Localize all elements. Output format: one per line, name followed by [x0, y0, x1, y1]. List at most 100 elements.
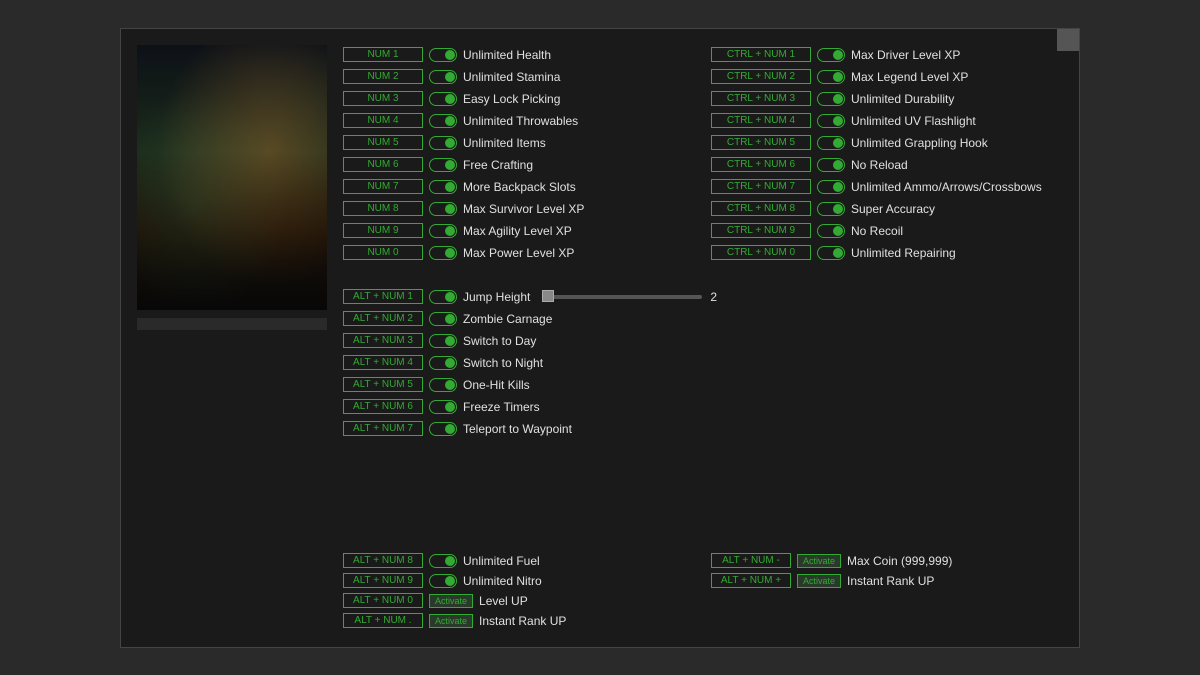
cheat-label: Switch to Night — [463, 356, 543, 370]
toggle-switch[interactable] — [817, 70, 845, 84]
toggle-switch[interactable] — [429, 114, 457, 128]
cheat-label: Max Power Level XP — [463, 246, 574, 260]
key-badge: ALT + NUM 8 — [343, 553, 423, 568]
key-badge: CTRL + NUM 5 — [711, 135, 811, 150]
cheat-label: Unlimited Nitro — [463, 574, 542, 588]
table-row: ALT + NUM 4 Switch to Night — [343, 353, 1063, 373]
toggle-switch[interactable] — [817, 114, 845, 128]
activate-button[interactable]: Activate — [429, 594, 473, 608]
trainer-label — [137, 318, 327, 330]
toggle-switch[interactable] — [429, 334, 457, 348]
table-row: ALT + NUM 7 Teleport to Waypoint — [343, 419, 1063, 439]
table-row: ALT + NUM 5 One-Hit Kills — [343, 375, 1063, 395]
toggle-switch[interactable] — [429, 48, 457, 62]
table-row: ALT + NUM 6 Freeze Timers — [343, 397, 1063, 417]
key-badge: NUM 2 — [343, 69, 423, 84]
toggle-switch[interactable] — [817, 136, 845, 150]
cheat-label: More Backpack Slots — [463, 180, 576, 194]
game-cover — [137, 45, 327, 310]
right-panel: NUM 1 Unlimited Health NUM 2 Unlimited S… — [343, 45, 1063, 631]
toggle-switch[interactable] — [429, 554, 457, 568]
toggle-switch[interactable] — [817, 48, 845, 62]
toggle-switch[interactable] — [429, 70, 457, 84]
table-row: CTRL + NUM 9 No Recoil — [711, 221, 1063, 241]
cheat-label: Jump Height — [463, 290, 530, 304]
cheat-label: Switch to Day — [463, 334, 536, 348]
table-row: NUM 0 Max Power Level XP — [343, 243, 695, 263]
key-badge: ALT + NUM 7 — [343, 421, 423, 436]
slider-value: 2 — [710, 290, 717, 304]
slider-thumb[interactable] — [542, 290, 554, 302]
cheat-label: Unlimited Health — [463, 48, 551, 62]
close-button[interactable] — [1057, 29, 1079, 51]
toggle-switch[interactable] — [429, 158, 457, 172]
key-badge: ALT + NUM 5 — [343, 377, 423, 392]
toggle-switch[interactable] — [429, 312, 457, 326]
key-badge: ALT + NUM 1 — [343, 289, 423, 304]
key-badge: NUM 3 — [343, 91, 423, 106]
table-row: CTRL + NUM 2 Max Legend Level XP — [711, 67, 1063, 87]
toggle-switch[interactable] — [817, 92, 845, 106]
cheat-label: Instant Rank UP — [847, 574, 934, 588]
slider-container: 2 — [542, 290, 717, 304]
activate-button[interactable]: Activate — [797, 574, 841, 588]
toggle-switch[interactable] — [429, 400, 457, 414]
key-badge: ALT + NUM 4 — [343, 355, 423, 370]
bottom-section: ALT + NUM 8 Unlimited Fuel ALT + NUM 9 U… — [343, 545, 1063, 631]
table-row: NUM 5 Unlimited Items — [343, 133, 695, 153]
cheat-label: One-Hit Kills — [463, 378, 530, 392]
cheat-label: Easy Lock Picking — [463, 92, 560, 106]
toggle-switch[interactable] — [429, 92, 457, 106]
toggle-switch[interactable] — [429, 136, 457, 150]
cheat-label: Freeze Timers — [463, 400, 540, 414]
key-badge: ALT + NUM + — [711, 573, 791, 588]
toggle-switch[interactable] — [429, 422, 457, 436]
toggle-switch[interactable] — [429, 378, 457, 392]
cheat-label: Unlimited Ammo/Arrows/Crossbows — [851, 180, 1042, 194]
key-badge: CTRL + NUM 9 — [711, 223, 811, 238]
cheat-label: No Reload — [851, 158, 908, 172]
table-row: CTRL + NUM 5 Unlimited Grappling Hook — [711, 133, 1063, 153]
key-badge: ALT + NUM 6 — [343, 399, 423, 414]
table-row: CTRL + NUM 3 Unlimited Durability — [711, 89, 1063, 109]
toggle-switch[interactable] — [429, 180, 457, 194]
toggle-switch[interactable] — [429, 202, 457, 216]
table-row: CTRL + NUM 8 Super Accuracy — [711, 199, 1063, 219]
toggle-switch[interactable] — [429, 224, 457, 238]
table-row: CTRL + NUM 0 Unlimited Repairing — [711, 243, 1063, 263]
toggle-switch[interactable] — [817, 158, 845, 172]
slider-track[interactable] — [542, 295, 702, 299]
toggle-switch[interactable] — [429, 246, 457, 260]
key-badge: ALT + NUM 9 — [343, 573, 423, 588]
key-badge: CTRL + NUM 3 — [711, 91, 811, 106]
key-badge: ALT + NUM - — [711, 553, 791, 568]
left-panel — [137, 45, 327, 631]
table-row: ALT + NUM - Activate Max Coin (999,999) — [711, 551, 1063, 571]
cheat-label: Max Agility Level XP — [463, 224, 572, 238]
cheat-label: Unlimited Items — [463, 136, 546, 150]
table-row: ALT + NUM 1 Jump Height 2 — [343, 287, 1063, 307]
toggle-switch[interactable] — [429, 574, 457, 588]
cheat-label: Zombie Carnage — [463, 312, 552, 326]
key-badge: NUM 1 — [343, 47, 423, 62]
toggle-switch[interactable] — [429, 356, 457, 370]
cheat-label: Max Survivor Level XP — [463, 202, 584, 216]
cheat-label: Unlimited Durability — [851, 92, 954, 106]
table-row: NUM 2 Unlimited Stamina — [343, 67, 695, 87]
toggle-switch[interactable] — [817, 224, 845, 238]
toggle-switch[interactable] — [817, 180, 845, 194]
activate-button[interactable]: Activate — [429, 614, 473, 628]
toggle-switch[interactable] — [429, 290, 457, 304]
table-row: NUM 8 Max Survivor Level XP — [343, 199, 695, 219]
activate-button[interactable]: Activate — [797, 554, 841, 568]
key-badge: NUM 6 — [343, 157, 423, 172]
table-row: NUM 6 Free Crafting — [343, 155, 695, 175]
cheat-label: Unlimited Throwables — [463, 114, 578, 128]
key-badge: NUM 7 — [343, 179, 423, 194]
key-badge: CTRL + NUM 4 — [711, 113, 811, 128]
toggle-switch[interactable] — [817, 246, 845, 260]
main-window: NUM 1 Unlimited Health NUM 2 Unlimited S… — [120, 28, 1080, 648]
key-badge: NUM 4 — [343, 113, 423, 128]
toggle-switch[interactable] — [817, 202, 845, 216]
cheat-label: Level UP — [479, 594, 528, 608]
